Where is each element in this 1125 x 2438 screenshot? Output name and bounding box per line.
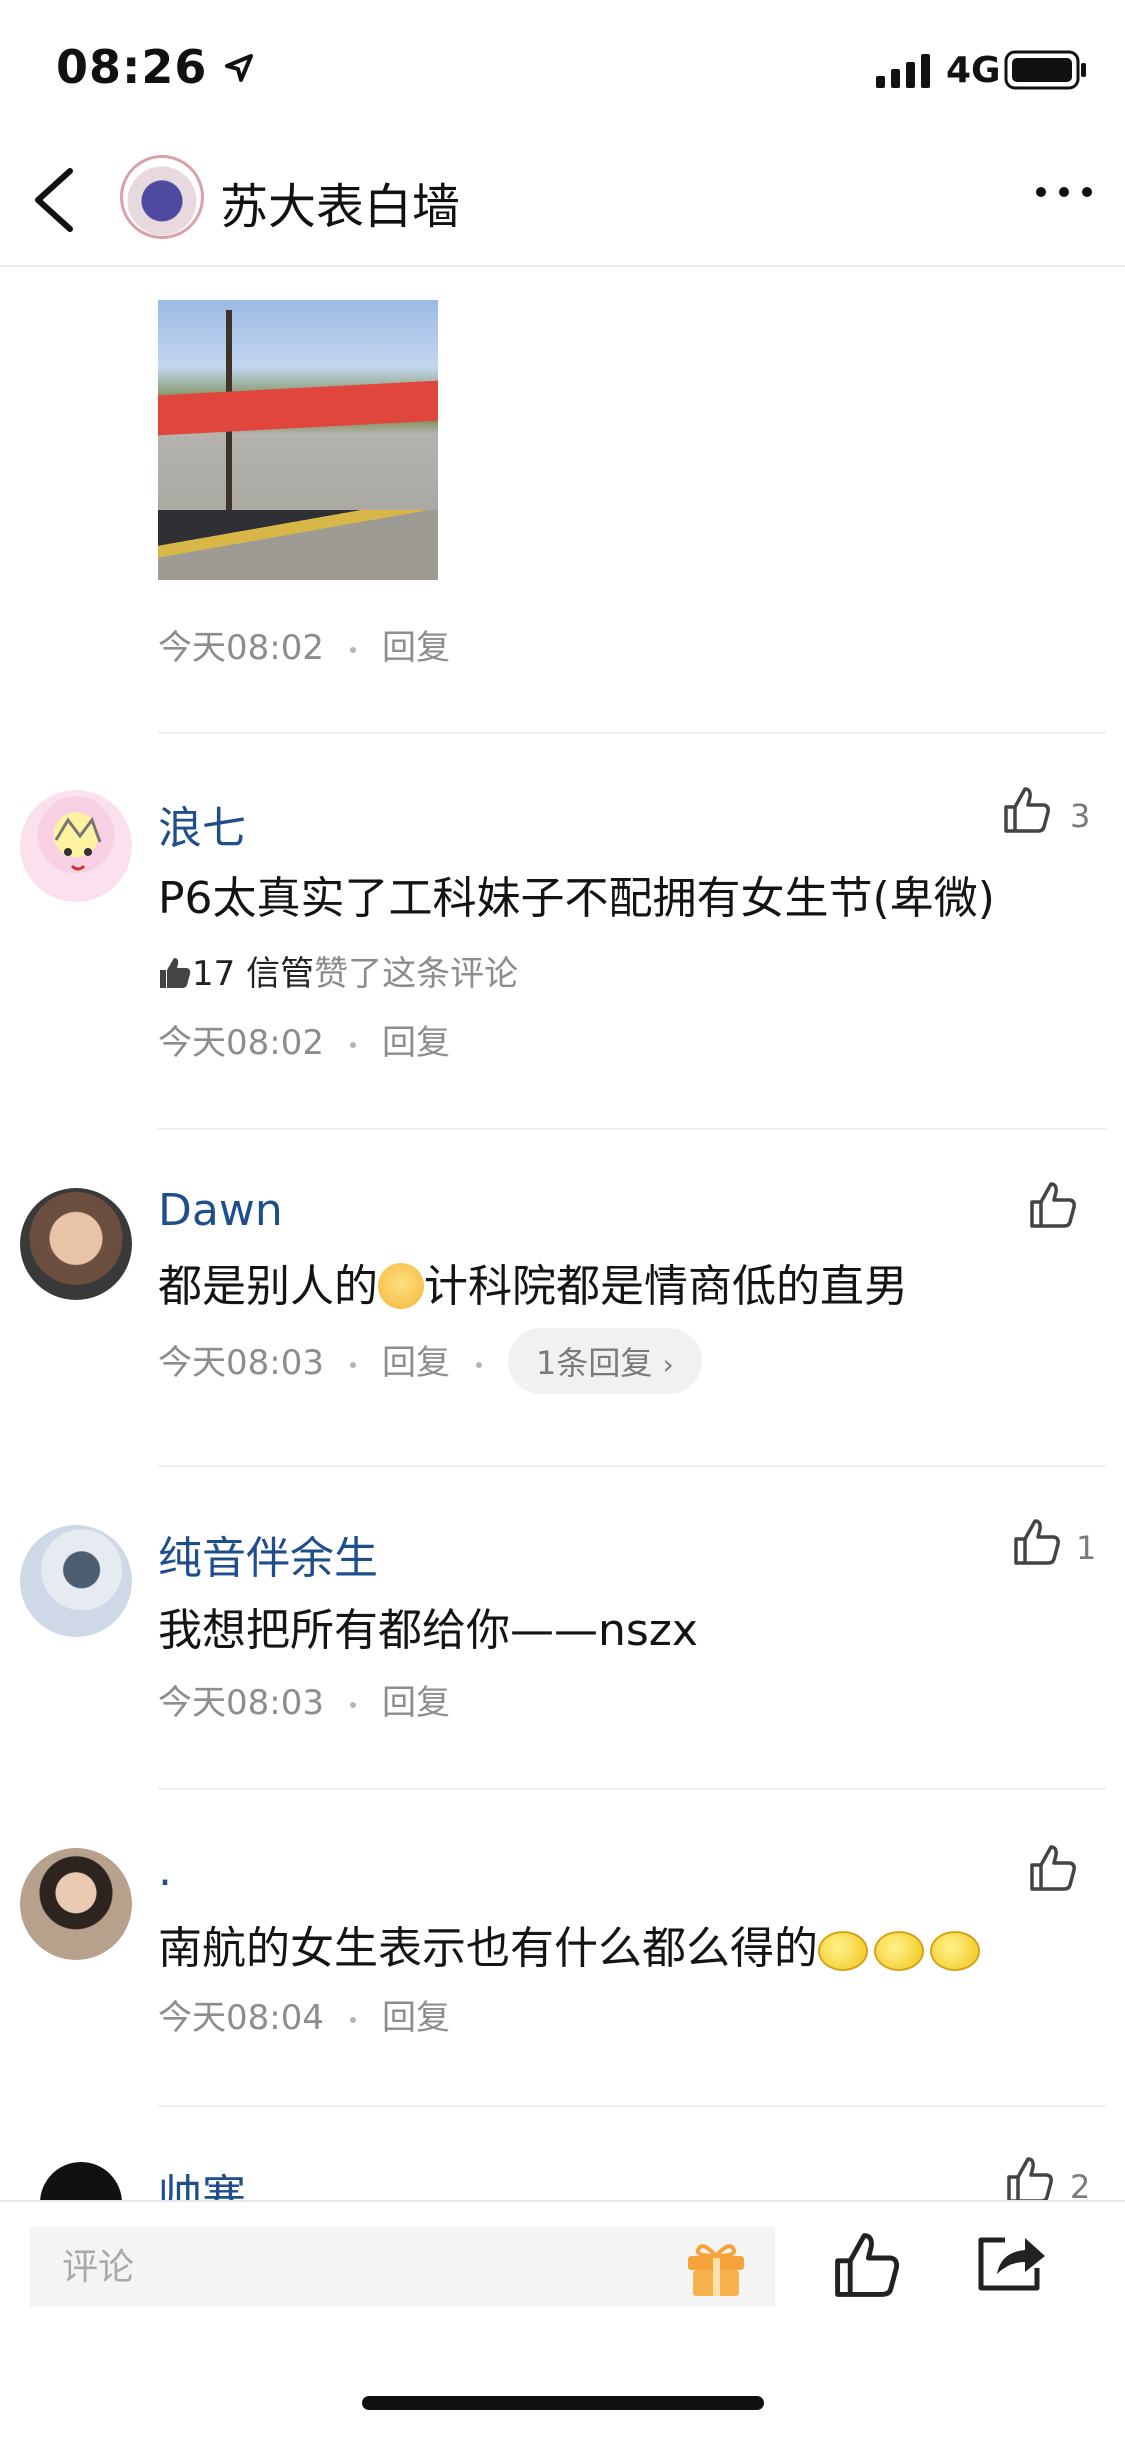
- comment-meta: 今天08:02 回复: [158, 1015, 450, 1064]
- reply-button[interactable]: 回复: [382, 1998, 450, 2038]
- thumbs-up-icon[interactable]: [1028, 1843, 1078, 1893]
- comment-text: 都是别人的 计科院都是情商低的直男: [158, 1250, 908, 1314]
- reply-button[interactable]: 回复: [382, 1343, 450, 1383]
- lemon-emoji-icon: [930, 1931, 980, 1971]
- timestamp: 今天08:03: [158, 1343, 324, 1383]
- account-avatar[interactable]: [120, 155, 204, 239]
- gift-icon[interactable]: [684, 2238, 748, 2298]
- page-title: 苏大表白墙: [220, 179, 461, 235]
- comment-text-part: 计科院都是情商低的直男: [424, 1261, 908, 1312]
- timestamp: 今天08:04: [158, 1998, 324, 2038]
- cartoon-avatar-icon: [54, 816, 102, 871]
- liked-by-name[interactable]: 信管: [246, 954, 314, 994]
- timestamp: 今天08:02: [158, 628, 324, 668]
- divider: [158, 2105, 1106, 2107]
- avatar[interactable]: [20, 1525, 132, 1637]
- post-meta: 今天08:02 回复: [158, 620, 450, 669]
- comment-meta: 今天08:04 回复: [158, 1990, 450, 2039]
- divider: [158, 1788, 1106, 1790]
- thumbs-up-icon[interactable]: [1012, 1517, 1062, 1567]
- status-time: 08:26: [56, 40, 254, 94]
- battery-icon: [1004, 50, 1086, 90]
- share-icon[interactable]: [975, 2228, 1049, 2294]
- back-arrow-icon[interactable]: [26, 165, 92, 235]
- lemon-emoji-icon: [874, 1931, 924, 1971]
- comment-username[interactable]: Dawn: [158, 1185, 283, 1236]
- comment-text: 我想把所有都给你——nszx: [158, 1605, 698, 1656]
- comment-text: 南航的女生表示也有什么都么得的: [158, 1912, 986, 1976]
- worried-face-emoji-icon: [378, 1263, 424, 1309]
- comment-username[interactable]: 纯音伴余生: [158, 1522, 378, 1586]
- reply-button[interactable]: 回复: [382, 628, 450, 668]
- divider: [158, 1128, 1106, 1130]
- liked-by-suffix: 赞了这条评论: [314, 954, 519, 994]
- reply-button[interactable]: 回复: [382, 1683, 450, 1723]
- thumbs-up-icon[interactable]: [1005, 2155, 1055, 2205]
- comment-meta: 今天08:03 回复 1条回复 ›: [158, 1328, 702, 1394]
- comment-meta: 今天08:03 回复: [158, 1675, 450, 1724]
- thumbs-up-filled-icon: [160, 958, 191, 988]
- comment-input[interactable]: [30, 2227, 775, 2307]
- comment-text-part: 都是别人的: [158, 1261, 378, 1312]
- thumbs-up-icon[interactable]: [1028, 1180, 1078, 1230]
- comment-username[interactable]: .: [158, 1845, 172, 1896]
- replies-count: 1条回复: [535, 1344, 653, 1382]
- view-replies-button[interactable]: 1条回复 ›: [507, 1328, 702, 1394]
- navigation-bar: 苏大表白墙: [0, 135, 1125, 267]
- thumbs-up-icon[interactable]: [1002, 785, 1052, 835]
- thumbs-up-icon[interactable]: [832, 2230, 902, 2300]
- more-icon[interactable]: [1031, 177, 1097, 207]
- divider: [158, 732, 1106, 734]
- comment-text-part: 南航的女生表示也有什么都么得的: [158, 1923, 818, 1974]
- reply-button[interactable]: 回复: [382, 1023, 450, 1063]
- network-label: 4G: [946, 50, 1001, 91]
- timestamp: 今天08:03: [158, 1683, 324, 1723]
- home-indicator: [362, 2396, 764, 2410]
- comment-username[interactable]: 浪七: [158, 792, 246, 856]
- divider: [158, 1465, 1106, 1467]
- liked-by-line: 17 信管赞了这条评论: [158, 946, 518, 995]
- chevron-right-icon: ›: [662, 1348, 674, 1381]
- timestamp: 今天08:02: [158, 1023, 324, 1063]
- like-count: 1: [1076, 1529, 1097, 1567]
- avatar[interactable]: [20, 1188, 132, 1300]
- like-count: 3: [1070, 797, 1091, 835]
- avatar[interactable]: [20, 1848, 132, 1960]
- post-photo[interactable]: [158, 300, 438, 580]
- avatar[interactable]: [20, 790, 132, 902]
- liked-by-count: 17: [192, 954, 236, 994]
- comment-text: P6太真实了工科妹子不配拥有女生节(卑微): [158, 873, 995, 924]
- location-arrow-icon: [225, 54, 254, 82]
- lemon-emoji-icon: [818, 1931, 868, 1971]
- signal-icon: [876, 54, 930, 88]
